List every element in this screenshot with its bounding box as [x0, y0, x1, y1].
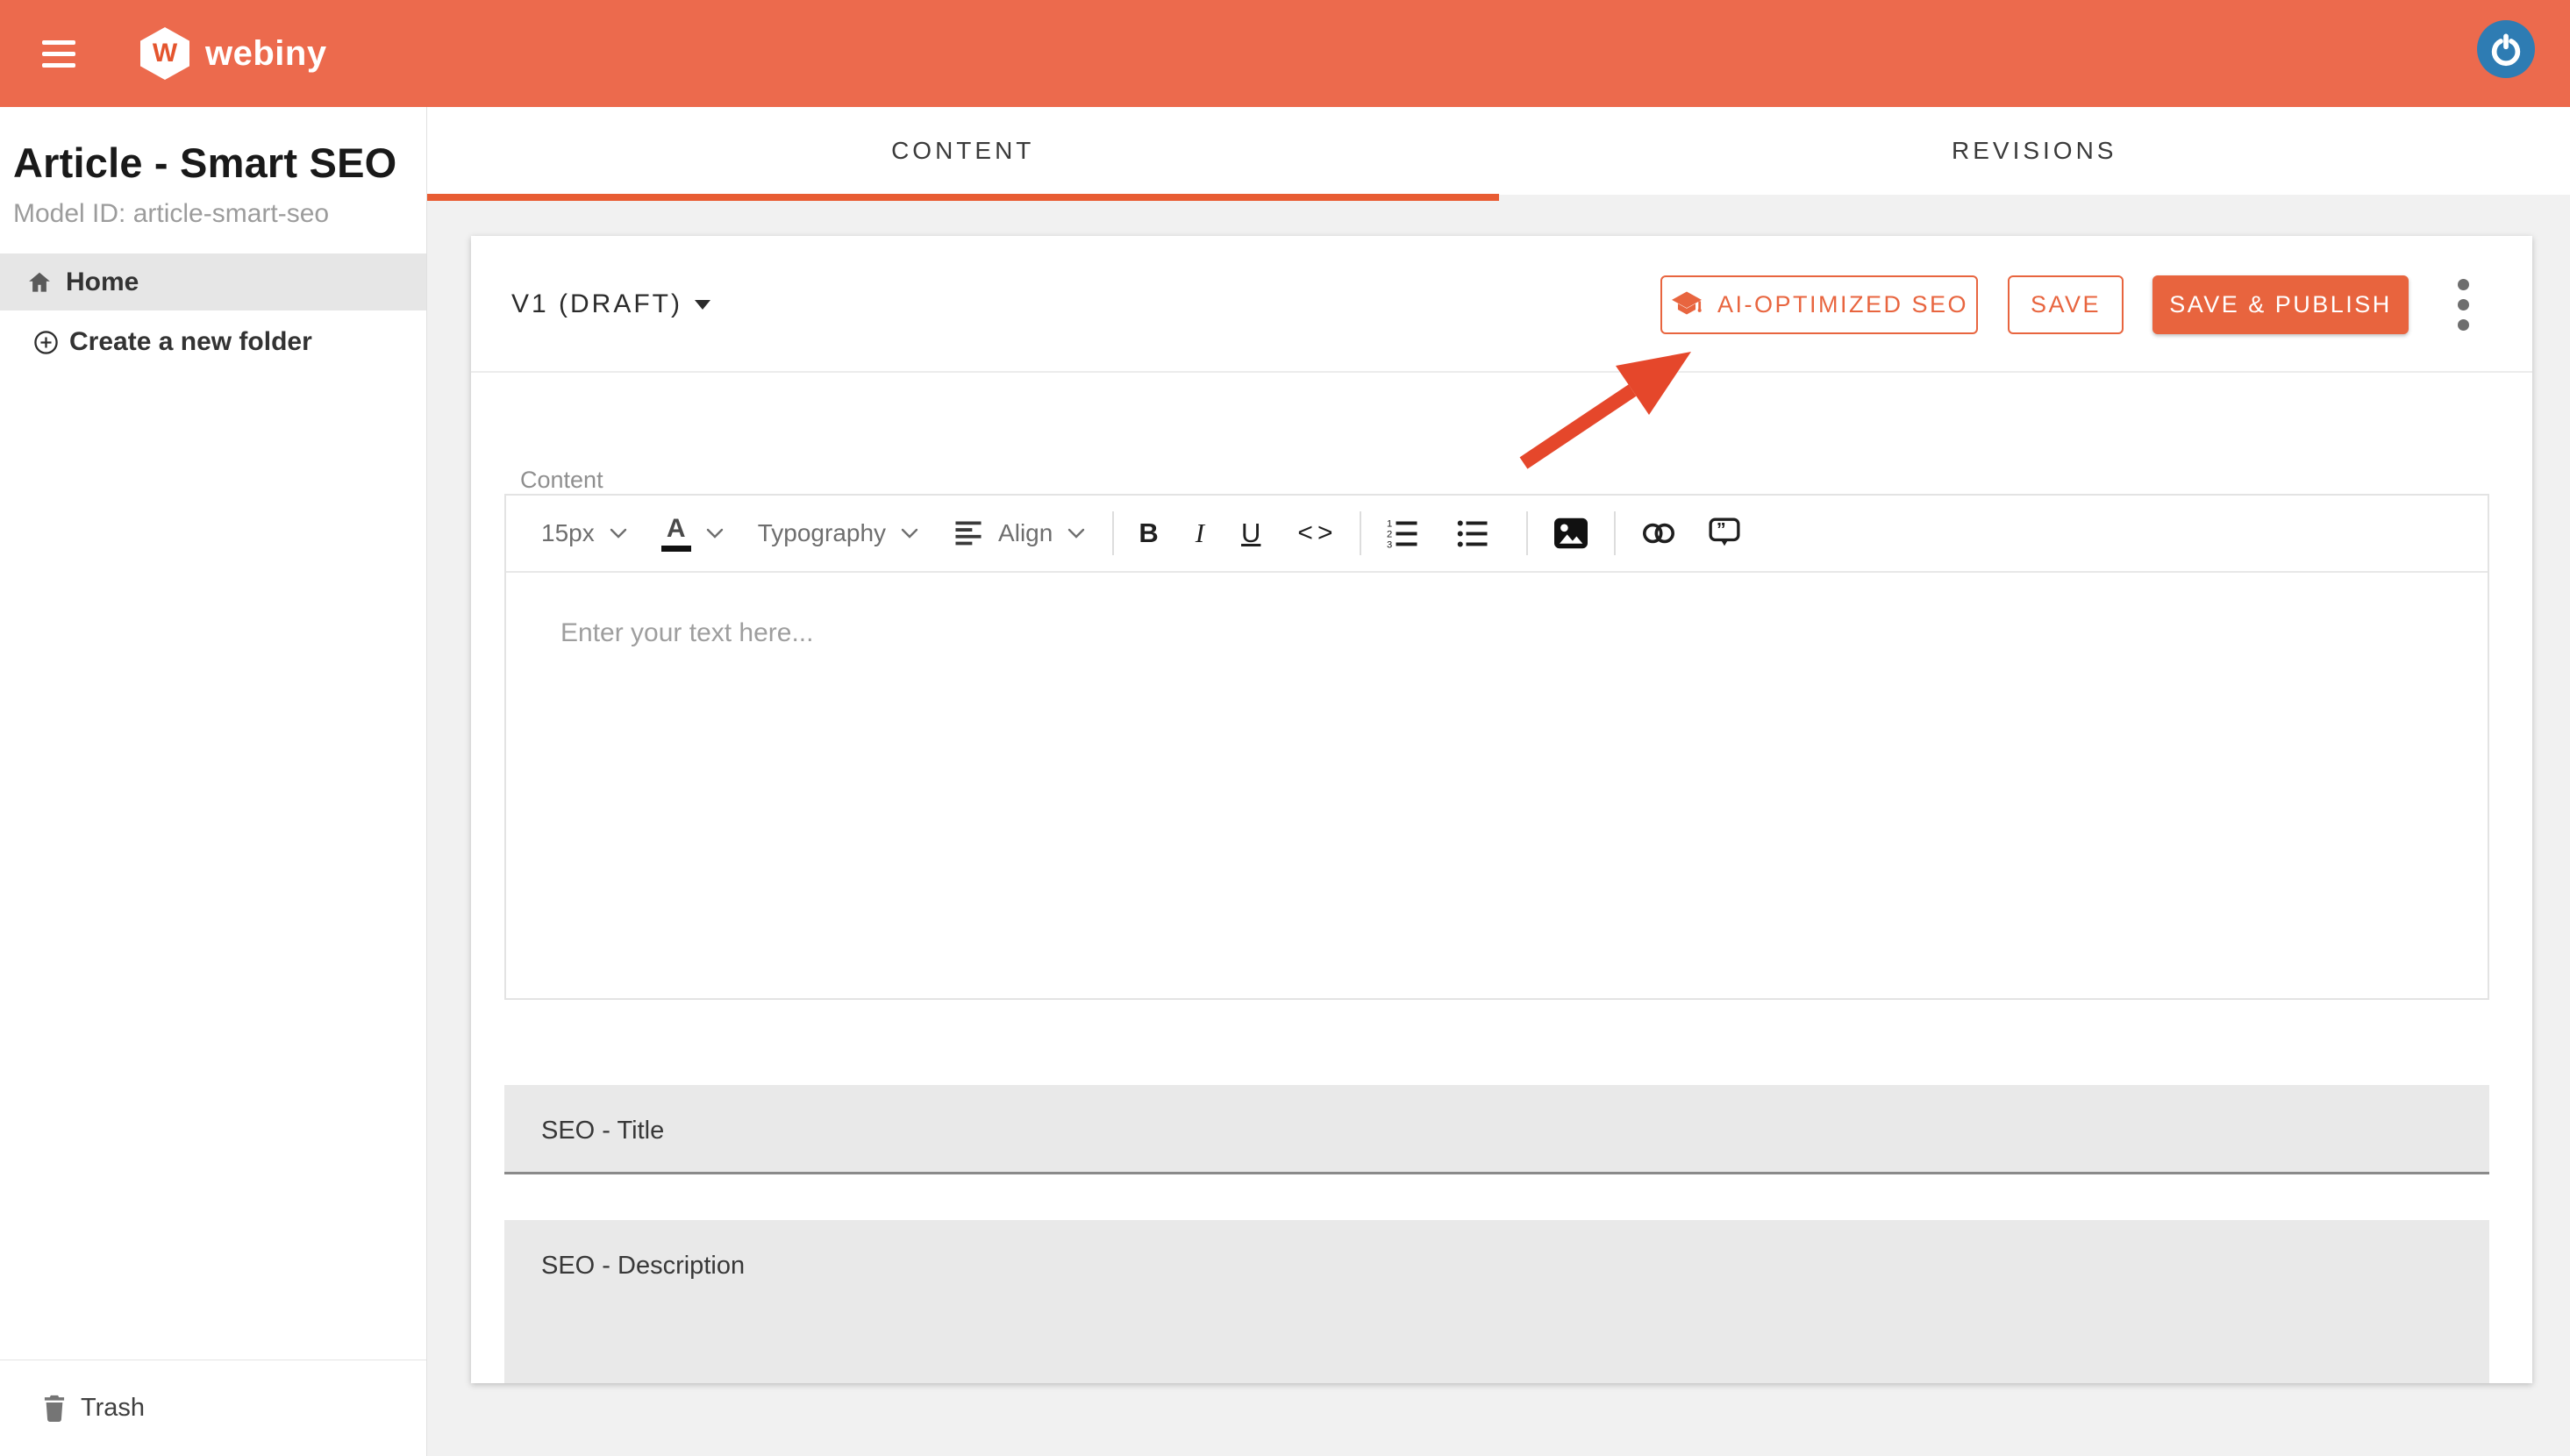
- trash-label: Trash: [81, 1394, 145, 1423]
- page-title: Article - Smart SEO: [13, 139, 426, 187]
- brand-name: webiny: [205, 34, 327, 74]
- save-publish-label: SAVE & PUBLISH: [2169, 291, 2392, 318]
- chevron-down-icon: [609, 527, 628, 539]
- seo-title-input[interactable]: SEO - Title: [504, 1085, 2489, 1174]
- webiny-hexagon-icon: W: [140, 27, 189, 80]
- more-options-kebab-icon[interactable]: [2443, 271, 2483, 338]
- font-size-dropdown[interactable]: 15px: [541, 519, 628, 547]
- seo-title-label: SEO - Title: [541, 1117, 664, 1146]
- plus-circle-icon: [33, 330, 59, 355]
- align-dropdown[interactable]: Align: [953, 519, 1086, 547]
- svg-text:”: ”: [1717, 518, 1726, 540]
- align-lines-icon: [953, 519, 984, 547]
- editor-placeholder-text[interactable]: Enter your text here...: [560, 618, 813, 648]
- typography-dropdown[interactable]: Typography: [758, 519, 919, 547]
- hamburger-menu-icon[interactable]: [42, 0, 123, 107]
- chevron-down-icon: [900, 527, 919, 539]
- graduation-cap-icon: [1670, 290, 1703, 320]
- ordered-list-button[interactable]: 1 2 3: [1386, 517, 1419, 549]
- bullet-list-button[interactable]: [1456, 517, 1489, 549]
- create-folder-label: Create a new folder: [69, 327, 312, 357]
- sidebar: Article - Smart SEO Model ID: article-sm…: [0, 107, 427, 1456]
- content-field-label: Content: [520, 467, 603, 494]
- font-color-icon: A: [661, 516, 691, 552]
- save-label: SAVE: [2031, 291, 2101, 318]
- toolbar-divider: [1526, 511, 1528, 555]
- sidebar-item-label: Home: [66, 268, 139, 297]
- svg-text:3: 3: [1387, 540, 1392, 550]
- tab-content[interactable]: CONTENT: [427, 107, 1499, 195]
- ai-optimized-seo-button[interactable]: AI-OPTIMIZED SEO: [1660, 275, 1978, 334]
- trash-icon: [42, 1395, 67, 1423]
- svg-text:2: 2: [1387, 530, 1392, 540]
- create-new-folder-button[interactable]: Create a new folder: [0, 310, 426, 374]
- rich-text-editor: 15px A Typography Align: [504, 494, 2489, 1000]
- chevron-down-icon: [705, 527, 725, 539]
- version-dropdown[interactable]: V1 (DRAFT): [511, 236, 710, 373]
- underline-button[interactable]: U: [1241, 517, 1260, 549]
- save-button[interactable]: SAVE: [2008, 275, 2124, 334]
- entry-editor-card: V1 (DRAFT) AI-OPTIMIZED SEO SAVE SAVE & …: [471, 236, 2532, 1383]
- svg-text:1: 1: [1387, 519, 1392, 530]
- align-label: Align: [998, 519, 1053, 547]
- ai-seo-label: AI-OPTIMIZED SEO: [1717, 291, 1968, 318]
- seo-description-label: SEO - Description: [541, 1252, 745, 1281]
- webiny-logo[interactable]: W webiny: [140, 27, 327, 80]
- quote-button[interactable]: ”: [1707, 516, 1742, 551]
- font-color-dropdown[interactable]: A: [661, 516, 725, 552]
- code-button[interactable]: <>: [1297, 518, 1337, 548]
- version-label: V1 (DRAFT): [511, 289, 682, 319]
- home-icon: [26, 269, 53, 296]
- model-id-text: Model ID: article-smart-seo: [13, 199, 426, 229]
- editor-toolbar: 15px A Typography Align: [506, 496, 2488, 573]
- toolbar-divider: [1360, 511, 1361, 555]
- bold-button[interactable]: B: [1139, 517, 1158, 549]
- tab-revisions[interactable]: REVISIONS: [1499, 107, 2570, 195]
- typography-label: Typography: [758, 519, 886, 547]
- italic-button[interactable]: I: [1196, 517, 1204, 549]
- toolbar-divider: [1614, 511, 1616, 555]
- insert-link-button[interactable]: [1640, 520, 1677, 546]
- user-avatar[interactable]: [2477, 20, 2535, 78]
- app-header: W webiny: [0, 0, 2570, 107]
- sidebar-item-home[interactable]: Home: [0, 253, 426, 310]
- logo-letter: W: [153, 39, 177, 68]
- card-header: V1 (DRAFT) AI-OPTIMIZED SEO SAVE SAVE & …: [471, 236, 2532, 373]
- font-size-value: 15px: [541, 519, 595, 547]
- caret-down-icon: [695, 300, 710, 310]
- power-icon: [2488, 32, 2524, 67]
- seo-description-input[interactable]: SEO - Description: [504, 1220, 2489, 1383]
- insert-image-button[interactable]: [1553, 517, 1589, 550]
- trash-button[interactable]: Trash: [0, 1360, 426, 1456]
- tab-bar: CONTENT REVISIONS: [427, 107, 2570, 195]
- chevron-down-icon: [1067, 527, 1086, 539]
- toolbar-divider: [1112, 511, 1114, 555]
- save-and-publish-button[interactable]: SAVE & PUBLISH: [2152, 275, 2409, 334]
